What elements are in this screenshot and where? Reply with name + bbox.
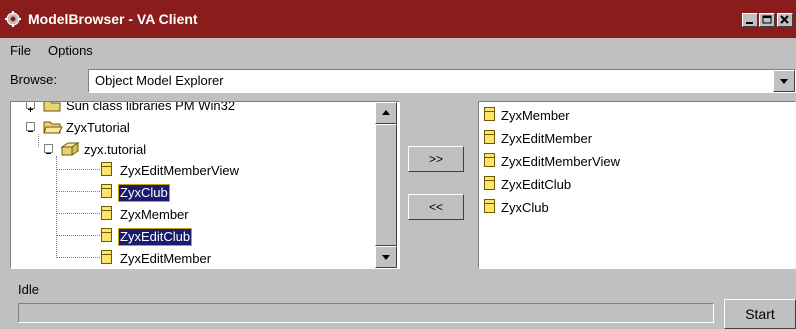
- window-title: ModelBrowser - VA Client: [28, 11, 198, 27]
- tree-node-class-selected[interactable]: ZyxClub: [118, 184, 170, 202]
- tree-connector: [56, 235, 100, 236]
- add-button[interactable]: >>: [408, 146, 464, 172]
- class-icon: [484, 130, 495, 144]
- maximize-button[interactable]: [759, 13, 775, 27]
- title-bar[interactable]: ModelBrowser - VA Client: [0, 0, 796, 38]
- tree-node-library[interactable]: Sun class libraries PM Win32: [65, 102, 236, 114]
- tree-connector: [56, 169, 100, 170]
- class-icon: [101, 184, 112, 198]
- class-icon: [484, 199, 495, 213]
- tree-connector: [56, 213, 100, 214]
- tree-scrollbar[interactable]: [375, 102, 397, 268]
- tree-connector: [56, 191, 100, 192]
- progress-bar: [18, 303, 714, 323]
- tree-connector: [38, 134, 39, 147]
- list-item[interactable]: ZyxEditMember: [500, 131, 593, 147]
- expand-icon[interactable]: [26, 102, 35, 112]
- tree-node-class[interactable]: ZyxEditMember: [119, 251, 212, 267]
- scroll-thumb[interactable]: [375, 124, 397, 246]
- class-icon: [101, 162, 112, 176]
- collapse-icon[interactable]: [26, 122, 35, 132]
- model-tree[interactable]: Sun class libraries PM Win32 ZyxTutorial…: [10, 101, 400, 269]
- class-icon: [101, 228, 112, 242]
- collapse-icon[interactable]: [44, 144, 53, 154]
- list-item[interactable]: ZyxClub: [500, 200, 550, 216]
- remove-button[interactable]: <<: [408, 194, 464, 220]
- browse-combo[interactable]: Object Model Explorer: [88, 69, 796, 93]
- app-icon: [4, 10, 22, 28]
- menu-options[interactable]: Options: [48, 43, 93, 59]
- package-icon: [60, 141, 80, 160]
- start-button[interactable]: Start: [724, 299, 796, 329]
- tree-node-class-selected[interactable]: ZyxEditClub: [117, 228, 193, 246]
- class-icon: [484, 107, 495, 121]
- open-folder-icon: [43, 119, 63, 138]
- menu-file[interactable]: File: [10, 43, 31, 59]
- list-item[interactable]: ZyxMember: [500, 108, 571, 124]
- class-icon: [101, 250, 112, 264]
- tree-connector: [56, 257, 100, 258]
- list-item[interactable]: ZyxEditMemberView: [500, 154, 621, 170]
- class-icon: [484, 176, 495, 190]
- browse-label: Browse:: [10, 72, 57, 87]
- list-item[interactable]: ZyxEditClub: [500, 177, 572, 193]
- class-icon: [484, 153, 495, 167]
- tree-node-package[interactable]: zyx.tutorial: [83, 142, 147, 158]
- browse-combo-value: Object Model Explorer: [95, 73, 224, 88]
- tree-node-class[interactable]: ZyxMember: [119, 207, 190, 223]
- tree-connector: [56, 156, 57, 256]
- scroll-down-button[interactable]: [375, 246, 397, 268]
- close-button[interactable]: [777, 13, 793, 27]
- scroll-up-button[interactable]: [375, 102, 397, 124]
- class-icon: [101, 206, 112, 220]
- minimize-button[interactable]: [742, 13, 758, 27]
- selected-classes-list[interactable]: ZyxMember ZyxEditMember ZyxEditMemberVie…: [478, 101, 796, 269]
- tree-node-project[interactable]: ZyxTutorial: [65, 120, 131, 136]
- tree-node-class[interactable]: ZyxEditMemberView: [119, 163, 240, 179]
- status-text: Idle: [18, 282, 39, 297]
- folder-icon: [43, 102, 61, 115]
- chevron-down-icon[interactable]: [773, 70, 795, 92]
